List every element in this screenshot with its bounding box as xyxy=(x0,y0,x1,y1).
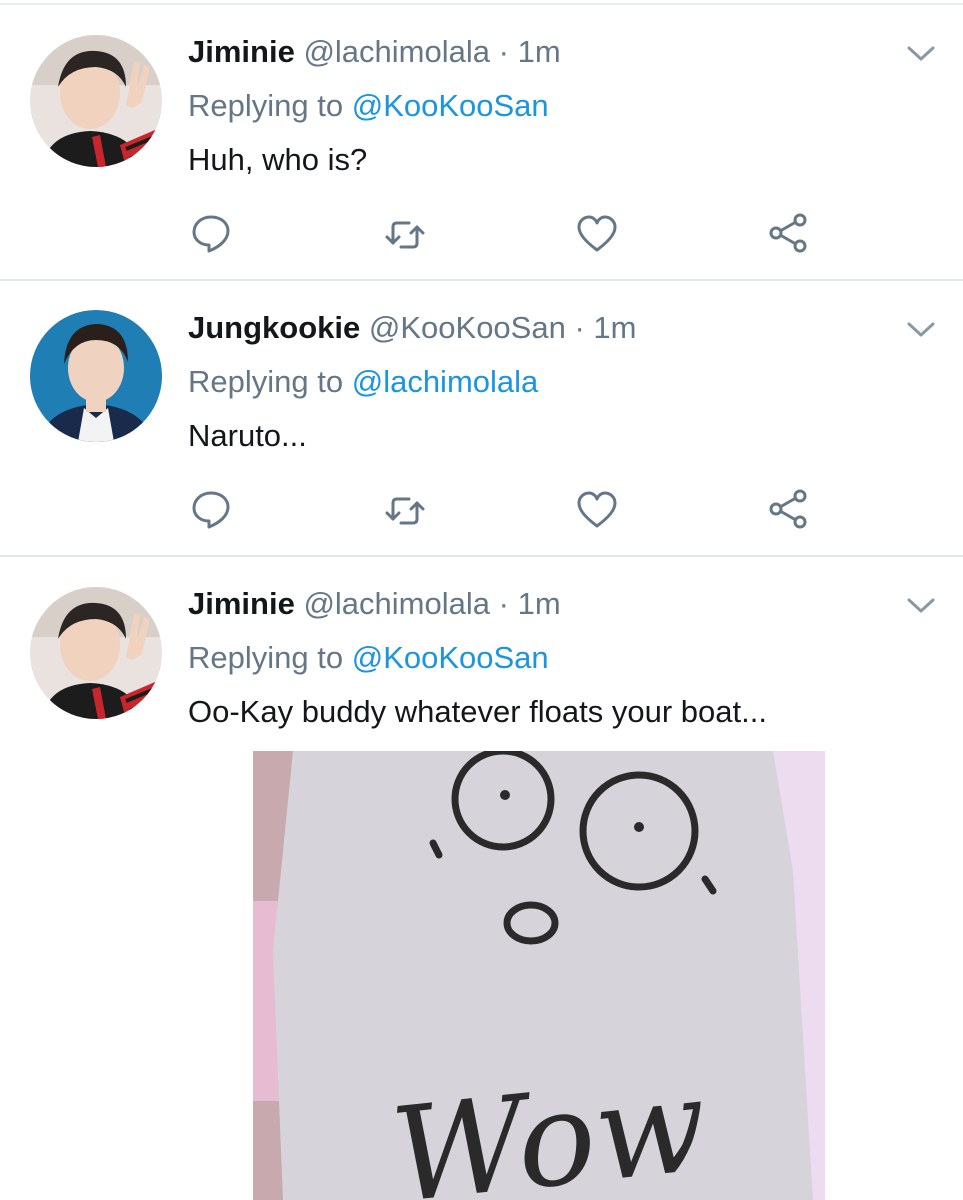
tweet-header: Jiminie @lachimolala · 1m xyxy=(188,582,561,626)
replying-to-mention[interactable]: @lachimolala xyxy=(352,364,539,399)
replying-to-line: Replying to @KooKooSan xyxy=(188,636,549,680)
tweet-divider xyxy=(0,555,963,557)
avatar-jiminie[interactable] xyxy=(30,35,162,167)
tweet-text: Huh, who is? xyxy=(188,142,368,177)
avatar-jiminie[interactable] xyxy=(30,587,162,719)
share-icon[interactable] xyxy=(767,211,811,255)
replying-to-line: Replying to @KooKooSan xyxy=(188,84,549,128)
user-handle[interactable]: @KooKooSan xyxy=(369,310,566,345)
chevron-down-icon[interactable] xyxy=(905,594,937,616)
separator-dot: · xyxy=(498,34,509,69)
display-name[interactable]: Jiminie xyxy=(188,586,295,621)
replying-to-mention[interactable]: @KooKooSan xyxy=(352,88,549,123)
display-name[interactable]: Jiminie xyxy=(188,34,295,69)
user-handle[interactable]: @lachimolala xyxy=(303,586,490,621)
user-handle[interactable]: @lachimolala xyxy=(303,34,490,69)
tweet-feed: Jiminie @lachimolala · 1m Replying to @K… xyxy=(0,0,963,1200)
replying-to-line: Replying to @lachimolala xyxy=(188,360,538,404)
separator-dot: · xyxy=(574,310,585,345)
retweet-icon[interactable] xyxy=(383,213,427,257)
replying-to-label: Replying to xyxy=(188,88,344,123)
avatar-jungkookie[interactable] xyxy=(30,310,162,442)
timestamp[interactable]: 1m xyxy=(518,586,561,621)
retweet-icon[interactable] xyxy=(383,489,427,533)
tweet-header: Jungkookie @KooKooSan · 1m xyxy=(188,306,637,350)
timestamp[interactable]: 1m xyxy=(593,310,636,345)
display-name[interactable]: Jungkookie xyxy=(188,310,360,345)
replying-to-label: Replying to xyxy=(188,640,344,675)
chevron-down-icon[interactable] xyxy=(905,42,937,64)
reply-icon[interactable] xyxy=(189,211,233,255)
tweet-text: Oo-Kay buddy whatever floats your boat..… xyxy=(188,694,767,729)
replying-to-label: Replying to xyxy=(188,364,344,399)
separator-dot: · xyxy=(498,586,509,621)
tweet-text: Naruto... xyxy=(188,418,307,453)
tweet-header: Jiminie @lachimolala · 1m xyxy=(188,30,561,74)
tweet-media-image[interactable]: Wow xyxy=(253,751,825,1200)
top-divider xyxy=(0,3,963,5)
replying-to-mention[interactable]: @KooKooSan xyxy=(352,640,549,675)
chevron-down-icon[interactable] xyxy=(905,318,937,340)
tweet-divider xyxy=(0,279,963,281)
reply-icon[interactable] xyxy=(189,487,233,531)
share-icon[interactable] xyxy=(767,487,811,531)
heart-icon[interactable] xyxy=(575,212,619,256)
timestamp[interactable]: 1m xyxy=(518,34,561,69)
heart-icon[interactable] xyxy=(575,488,619,532)
